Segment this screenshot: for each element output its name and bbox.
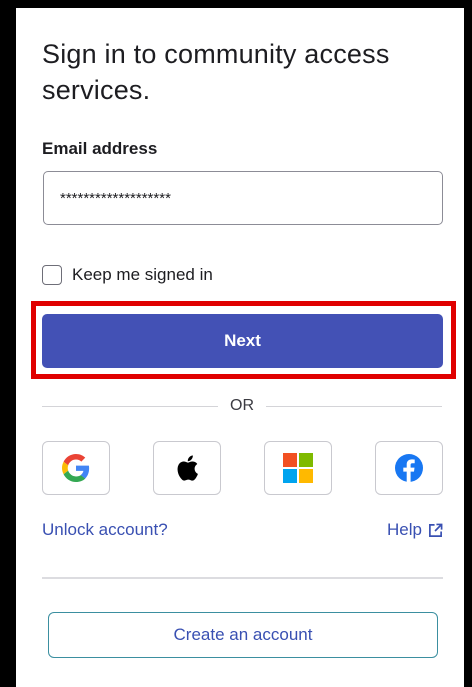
apple-sign-in-button[interactable] bbox=[153, 441, 221, 495]
section-divider bbox=[42, 577, 443, 579]
apple-icon bbox=[177, 455, 198, 481]
create-account-button[interactable]: Create an account bbox=[48, 612, 438, 658]
or-divider: OR bbox=[42, 395, 442, 417]
google-icon bbox=[62, 454, 90, 482]
divider-line-left bbox=[42, 405, 218, 407]
divider-line-right bbox=[266, 405, 442, 407]
keep-signed-in-label: Keep me signed in bbox=[72, 265, 213, 284]
identity-provider-row bbox=[16, 441, 464, 495]
microsoft-icon bbox=[283, 453, 313, 483]
keep-signed-in-checkbox[interactable] bbox=[42, 265, 62, 285]
email-label: Email address bbox=[42, 139, 158, 158]
help-link[interactable]: Help bbox=[387, 520, 443, 540]
account-links: Unlock account? Help bbox=[42, 520, 443, 544]
google-sign-in-button[interactable] bbox=[42, 441, 110, 495]
email-field[interactable] bbox=[43, 171, 443, 225]
sign-in-card: Sign in to community access services. Em… bbox=[16, 8, 464, 687]
keep-signed-in-option[interactable]: Keep me signed in bbox=[42, 265, 213, 285]
microsoft-sign-in-button[interactable] bbox=[264, 441, 332, 495]
or-label: OR bbox=[230, 397, 254, 414]
unlock-account-link[interactable]: Unlock account? bbox=[42, 520, 168, 540]
help-link-label: Help bbox=[387, 520, 422, 539]
facebook-sign-in-button[interactable] bbox=[375, 441, 443, 495]
page-title: Sign in to community access services. bbox=[42, 39, 390, 105]
next-button-highlight bbox=[31, 301, 456, 379]
external-link-icon bbox=[429, 523, 443, 537]
facebook-icon bbox=[395, 454, 423, 482]
